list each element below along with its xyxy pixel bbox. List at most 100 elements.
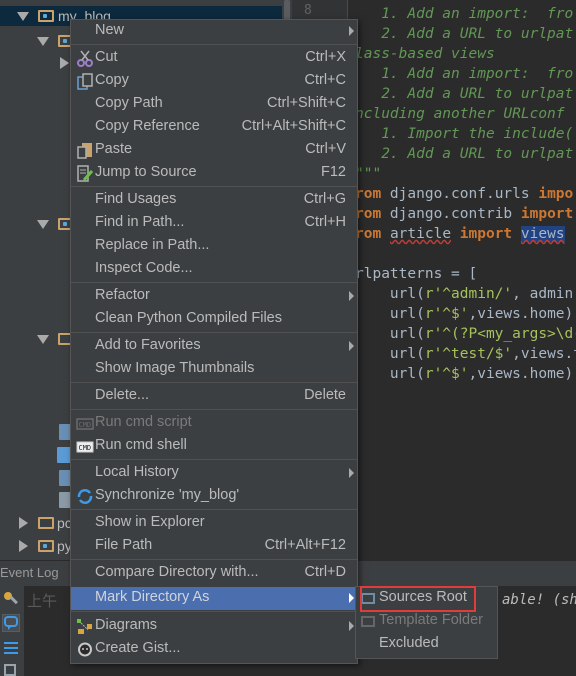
menu-item-cut[interactable]: Cut Ctrl+X (71, 47, 357, 70)
menu-item-label: Delete... (95, 387, 149, 403)
menu-item-find-usages[interactable]: Find Usages Ctrl+G (71, 189, 357, 212)
menu-item-label: Mark Directory As (95, 589, 210, 605)
code-line: """ (355, 166, 382, 182)
tree-item-file[interactable] (57, 445, 71, 465)
line-number: 8 (304, 3, 312, 18)
tree-item-folder[interactable]: py (19, 536, 72, 556)
menu-item-show-image-thumbnails[interactable]: Show Image Thumbnails (71, 358, 357, 381)
github-icon (76, 641, 94, 658)
submenu-item-label: Sources Root (379, 589, 467, 605)
menu-item-label: Diagrams (95, 617, 158, 633)
speech-bubble-icon[interactable] (2, 614, 20, 632)
menu-item-inspect-code[interactable]: Inspect Code... (71, 258, 357, 281)
tree-item-folder[interactable] (37, 214, 74, 234)
log-message: able! (sh (502, 592, 576, 608)
event-log-toolbar (0, 586, 24, 676)
code-line: lass-based views (355, 46, 495, 62)
menu-item-label: Clean Python Compiled Files (95, 310, 282, 326)
menu-item-find-in-path[interactable]: Find in Path... Ctrl+H (71, 212, 357, 235)
menu-item-shortcut: Ctrl+C (304, 72, 347, 88)
code-line: rom article import views (355, 226, 565, 242)
menu-item-shortcut: F12 (321, 164, 346, 180)
menu-item-paste[interactable]: Paste Ctrl+V (71, 139, 357, 162)
menu-item-new[interactable]: New (71, 20, 357, 43)
menu-item-diagrams[interactable]: Diagrams (71, 615, 357, 638)
folder-icon (38, 10, 54, 22)
tree-item-folder[interactable] (37, 329, 74, 349)
tree-item-folder[interactable] (60, 53, 69, 73)
menu-separator (71, 382, 357, 383)
menu-item-mark-directory-as[interactable]: Mark Directory As (71, 587, 357, 610)
menu-separator (71, 611, 357, 612)
sources-root-folder-icon (361, 593, 375, 604)
database-icon (57, 447, 71, 463)
expand-arrow-icon[interactable] (37, 334, 49, 344)
menu-item-copy-path[interactable]: Copy Path Ctrl+Shift+C (71, 93, 357, 116)
menu-item-shortcut: Delete (304, 387, 346, 403)
menu-item-run-cmd-shell[interactable]: CMD Run cmd shell (71, 435, 357, 458)
submenu-item-label: Template Folder (379, 612, 483, 628)
code-line: url(r'^test/$',views.t (355, 346, 576, 362)
tree-item-folder[interactable] (37, 31, 74, 51)
menu-item-label: Run cmd shell (95, 437, 187, 453)
submenu-item-sources-root[interactable]: Sources Root (356, 587, 497, 610)
menu-item-show-in-explorer[interactable]: Show in Explorer (71, 512, 357, 535)
export-icon[interactable] (2, 662, 20, 676)
menu-item-synchronize[interactable]: Synchronize 'my_blog' (71, 485, 357, 508)
submenu-arrow-icon (349, 26, 354, 36)
menu-item-replace-in-path[interactable]: Replace in Path... (71, 235, 357, 258)
menu-item-shortcut: Ctrl+D (304, 564, 347, 580)
code-line: url(r'^admin/', admin (355, 286, 574, 302)
submenu-item-excluded[interactable]: Excluded (356, 633, 497, 656)
menu-item-label: Copy Path (95, 95, 163, 111)
diagrams-icon (76, 618, 94, 635)
menu-item-copy[interactable]: Copy Ctrl+C (71, 70, 357, 93)
collapse-arrow-icon[interactable] (19, 517, 28, 529)
menu-separator (71, 559, 357, 560)
menu-item-file-path[interactable]: File Path Ctrl+Alt+F12 (71, 535, 357, 558)
menu-item-refactor[interactable]: Refactor (71, 285, 357, 308)
menu-item-add-to-favorites[interactable]: Add to Favorites (71, 335, 357, 358)
code-line: 2. Add a URL to urlpat (355, 26, 574, 42)
expand-arrow-icon[interactable] (37, 219, 49, 229)
menu-item-label: Compare Directory with... (95, 564, 259, 580)
filter-icon[interactable] (2, 638, 20, 656)
tree-item-folder[interactable]: pc (19, 513, 72, 533)
code-line: 1. Add an import: fro (355, 6, 574, 22)
mark-directory-submenu: Sources Root Template Folder Excluded (355, 586, 498, 659)
code-line: 2. Add a URL to urlpat (355, 146, 574, 162)
sync-icon (76, 488, 94, 505)
menu-item-label: Copy Reference (95, 118, 200, 134)
code-line: url(r'^$',views.home) (355, 366, 574, 382)
menu-separator (71, 44, 357, 45)
submenu-arrow-icon (349, 341, 354, 351)
menu-item-local-history[interactable]: Local History (71, 462, 357, 485)
scissors-icon (76, 50, 94, 67)
settings-wrench-icon[interactable] (2, 590, 20, 608)
menu-item-label: Synchronize 'my_blog' (95, 487, 240, 503)
menu-item-delete[interactable]: Delete... Delete (71, 385, 357, 408)
code-editor[interactable]: 1. Add an import: fro 2. Add a URL to ur… (349, 0, 576, 560)
svg-text:CMD: CMD (79, 444, 92, 452)
code-line: rom django.contrib import (355, 206, 574, 222)
menu-item-label: New (95, 22, 125, 38)
collapse-arrow-icon[interactable] (60, 57, 69, 69)
menu-item-copy-reference[interactable]: Copy Reference Ctrl+Alt+Shift+C (71, 116, 357, 139)
code-line: rom django.conf.urls impo (355, 186, 574, 202)
menu-item-compare-directory[interactable]: Compare Directory with... Ctrl+D (71, 562, 357, 585)
cmd-icon: CMD (76, 415, 94, 432)
collapse-arrow-icon[interactable] (19, 540, 28, 552)
submenu-arrow-icon (349, 291, 354, 301)
menu-item-create-gist[interactable]: Create Gist... (71, 638, 357, 661)
cmd-icon: CMD (76, 438, 94, 455)
expand-arrow-icon[interactable] (37, 36, 49, 46)
menu-item-jump-to-source[interactable]: Jump to Source F12 (71, 162, 357, 185)
folder-icon (38, 517, 54, 529)
expand-arrow-icon[interactable] (17, 11, 29, 21)
code-line: 1. Import the include( (355, 126, 574, 142)
menu-separator (71, 459, 357, 460)
menu-item-clean-python-compiled[interactable]: Clean Python Compiled Files (71, 308, 357, 331)
code-line: rlpatterns = [ (355, 266, 478, 282)
submenu-arrow-icon (349, 621, 354, 631)
code-line: url(r'^$',views.home) (355, 306, 574, 322)
